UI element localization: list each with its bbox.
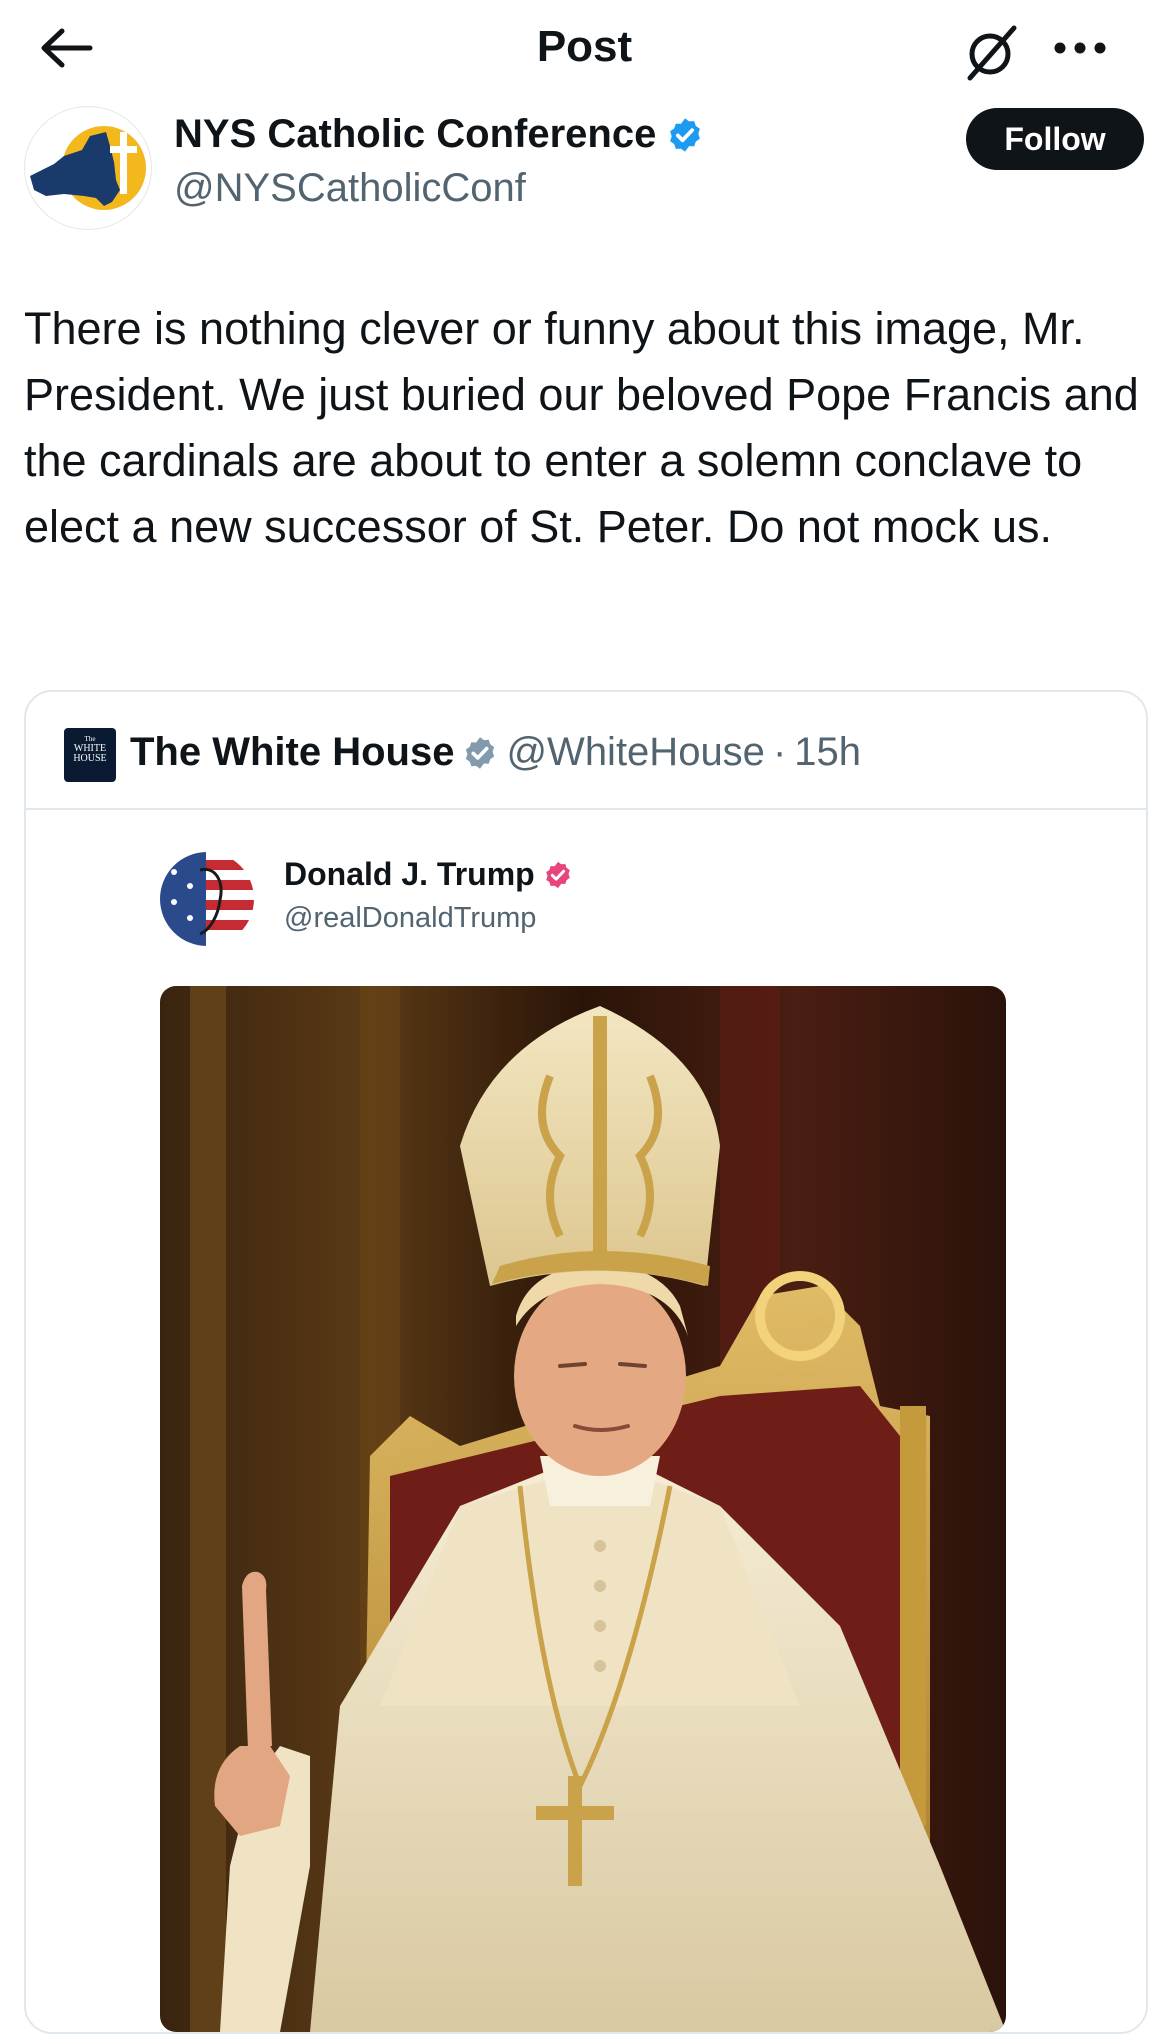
trump-avatar <box>160 852 254 946</box>
post-image[interactable] <box>160 986 1006 2032</box>
author-name-row: NYS Catholic Conference <box>174 112 704 157</box>
quoted-post-header: The WHITE HOUSE The White House @WhiteHo… <box>26 692 1146 810</box>
ellipsis-icon[interactable] <box>1050 28 1110 68</box>
author-handle[interactable]: @NYSCatholicConf <box>174 166 526 211</box>
government-badge-icon <box>466 736 495 769</box>
quoted-post-time[interactable]: 15h <box>794 730 861 775</box>
quoted-author-name[interactable]: The White House <box>130 730 454 775</box>
quoted-post[interactable]: The WHITE HOUSE The White House @WhiteHo… <box>24 690 1148 2034</box>
pink-verified-badge-icon <box>545 861 570 888</box>
verified-badge-icon <box>670 117 701 152</box>
white-house-logo-icon[interactable]: The WHITE HOUSE <box>64 728 116 782</box>
top-bar: Post <box>0 0 1169 100</box>
flag-portrait-icon <box>160 852 254 946</box>
logo-text-line: HOUSE <box>73 753 107 764</box>
embedded-author-name: Donald J. Trump <box>284 856 535 892</box>
papal-portrait-illustration <box>160 986 1006 2032</box>
nys-catholic-logo-icon <box>30 126 146 210</box>
embedded-author-handle: @realDonaldTrump <box>284 902 537 934</box>
slashed-circle-icon[interactable] <box>962 22 1022 82</box>
author-name[interactable]: NYS Catholic Conference <box>174 112 656 157</box>
quoted-author-handle[interactable]: @WhiteHouse <box>506 730 764 775</box>
quoted-author-row: The White House @WhiteHouse · 15h <box>130 730 861 775</box>
follow-button[interactable]: Follow <box>966 108 1144 170</box>
separator-dot: · <box>772 730 787 774</box>
post-author: NYS Catholic Conference @NYSCatholicConf… <box>24 104 1144 234</box>
embedded-name-row: Donald J. Trump <box>284 856 573 893</box>
author-avatar[interactable] <box>24 106 152 230</box>
post-text: There is nothing clever or funny about t… <box>24 303 1139 552</box>
